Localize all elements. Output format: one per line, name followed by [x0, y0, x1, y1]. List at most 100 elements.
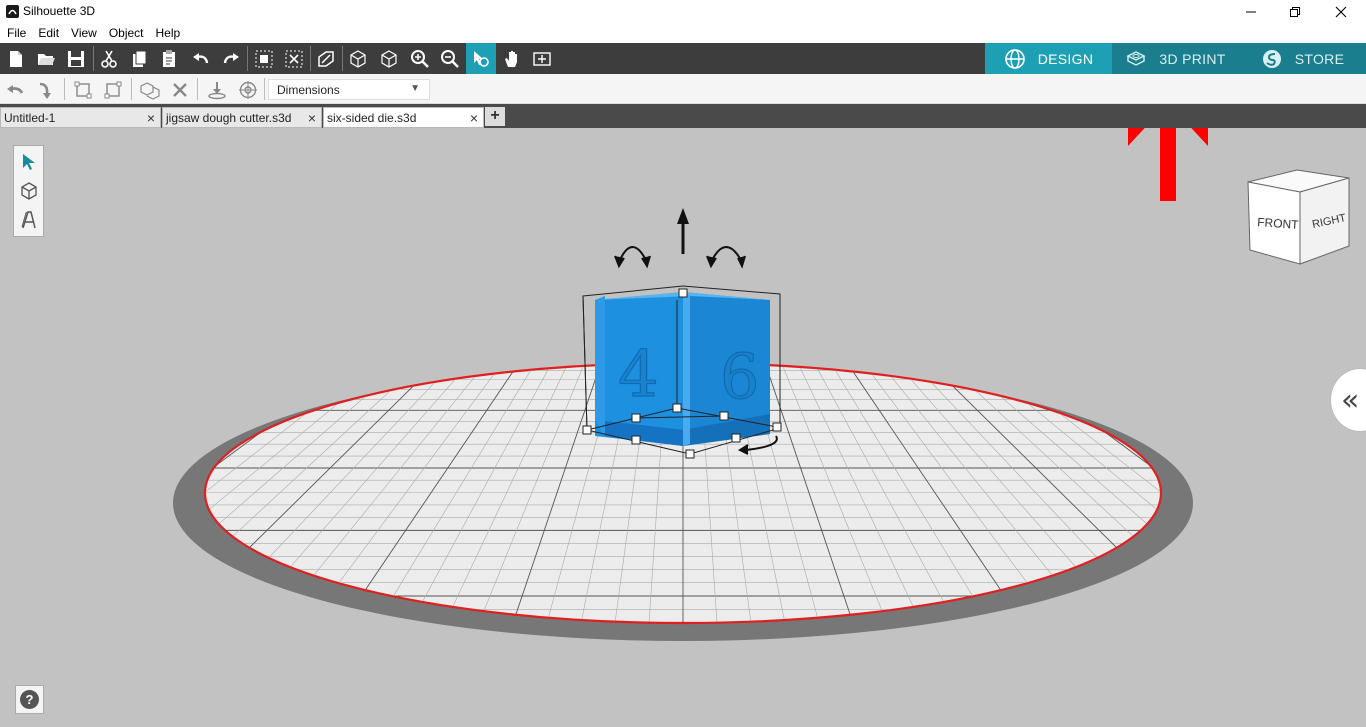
- extrude-button[interactable]: [312, 43, 340, 74]
- double-chevron-left-icon: «: [1341, 383, 1360, 418]
- zoom-in-icon: [411, 49, 429, 68]
- tab-store-label: STORE: [1294, 50, 1345, 67]
- save-icon: [68, 50, 84, 67]
- drop-to-plate-button[interactable]: [205, 78, 229, 102]
- doc-tab-jigsaw[interactable]: jigsaw dough cutter.s3d ×: [162, 107, 322, 128]
- globe-icon: [1004, 48, 1025, 69]
- die-object[interactable]: 4 6: [595, 292, 770, 446]
- move-up-arrow-icon[interactable]: [677, 208, 689, 254]
- 3d-text-icon: [21, 211, 36, 229]
- chevron-down-icon: ▼: [410, 83, 420, 94]
- menu-file[interactable]: File: [7, 24, 26, 43]
- left-tool-panel: [13, 145, 44, 237]
- align-button[interactable]: [71, 78, 95, 102]
- 3d-viewport[interactable]: 4 6 FRONT RIGHT: [0, 128, 1366, 727]
- app-logo-icon: [6, 5, 19, 18]
- align-box-icon: [74, 81, 92, 99]
- close-tab-icon[interactable]: ×: [308, 110, 316, 126]
- scissors-icon: [101, 50, 117, 68]
- paste-button[interactable]: [155, 43, 183, 74]
- toolbar-separator: [93, 46, 94, 71]
- rotate-down-button[interactable]: [33, 78, 57, 102]
- toolbar-separator: [264, 78, 265, 100]
- menu-edit[interactable]: Edit: [38, 24, 59, 43]
- tab-3d-print-label: 3D PRINT: [1159, 50, 1226, 67]
- die-face-right-number: 6: [720, 340, 759, 413]
- help-button[interactable]: ?: [15, 685, 44, 714]
- die-face-front-number: 4: [618, 338, 659, 412]
- zoom-out-button[interactable]: [436, 43, 464, 74]
- menu-view[interactable]: View: [71, 24, 97, 43]
- toolbar-separator: [64, 78, 65, 100]
- cut-button[interactable]: [95, 43, 123, 74]
- silhouette-3d-window: Silhouette 3D File Edit View Object Help: [0, 0, 1366, 727]
- align-alt-icon: [104, 81, 122, 99]
- close-window-button[interactable]: [1318, 0, 1364, 24]
- center-button[interactable]: [236, 78, 260, 102]
- redo-button[interactable]: [217, 43, 245, 74]
- menu-help[interactable]: Help: [156, 24, 181, 43]
- close-tab-icon[interactable]: ×: [147, 110, 155, 126]
- doc-tab-label: jigsaw dough cutter.s3d: [166, 111, 292, 125]
- new-file-button[interactable]: [2, 43, 30, 74]
- doc-tab-label: Untitled-1: [4, 111, 56, 125]
- add-tab-button[interactable]: +: [485, 107, 505, 126]
- align-alt-button[interactable]: [101, 78, 125, 102]
- extrude-icon: [318, 50, 334, 67]
- restore-button[interactable]: [1272, 0, 1318, 24]
- doc-tab-label: six-sided die.s3d: [327, 111, 417, 125]
- undo-button[interactable]: [187, 43, 215, 74]
- close-tab-icon[interactable]: ×: [470, 110, 478, 126]
- zoom-in-button[interactable]: [406, 43, 434, 74]
- drop-to-plate-icon: [208, 82, 226, 100]
- toolbar-separator: [310, 46, 311, 71]
- fit-view-button[interactable]: [528, 43, 556, 74]
- pan-button[interactable]: [498, 43, 526, 74]
- store-icon: [1262, 49, 1281, 68]
- rotate-left-handle-icon[interactable]: [614, 246, 651, 269]
- tab-store[interactable]: STORE: [1239, 43, 1366, 74]
- boolean-button[interactable]: [138, 78, 162, 102]
- copy-icon: [133, 50, 147, 67]
- new-file-icon: [10, 50, 22, 67]
- rotate-left-button[interactable]: [3, 78, 27, 102]
- toolbar-separator: [131, 78, 132, 100]
- tab-design[interactable]: DESIGN: [985, 43, 1112, 74]
- box-view-button[interactable]: [344, 43, 372, 74]
- save-button[interactable]: [62, 43, 90, 74]
- fit-view-icon: [533, 51, 551, 66]
- window-title: Silhouette 3D: [23, 4, 96, 18]
- folder-icon: [38, 53, 55, 65]
- doc-tab-six-sided-die[interactable]: six-sided die.s3d ×: [323, 107, 484, 128]
- rotate-down-icon: [39, 82, 51, 99]
- text-tool-button[interactable]: [17, 207, 41, 233]
- view-cube[interactable]: FRONT RIGHT: [1247, 169, 1350, 265]
- doc-tab-untitled[interactable]: Untitled-1 ×: [0, 107, 161, 128]
- secondary-toolbar: [0, 74, 1366, 104]
- dimensions-select[interactable]: Dimensions ▼: [268, 79, 430, 100]
- box-alt-view-button[interactable]: [375, 43, 403, 74]
- minimize-icon: [1246, 11, 1256, 13]
- menu-object[interactable]: Object: [109, 24, 144, 43]
- group-button[interactable]: [250, 43, 278, 74]
- zoom-selection-button[interactable]: [466, 43, 496, 74]
- delete-button[interactable]: [168, 78, 192, 102]
- tab-3d-print[interactable]: 3D PRINT: [1112, 43, 1239, 74]
- zoom-out-icon: [441, 49, 459, 68]
- rotate-left-icon: [7, 85, 24, 94]
- title-bar: Silhouette 3D: [0, 0, 1366, 24]
- grid-line: [0, 363, 190, 623]
- delete-x-icon: [173, 83, 187, 97]
- shape-tool-button[interactable]: [17, 178, 41, 204]
- open-file-button[interactable]: [32, 43, 60, 74]
- cube-outline-icon: [381, 49, 397, 68]
- minimize-button[interactable]: [1228, 0, 1274, 24]
- toolbar-separator: [247, 46, 248, 71]
- redo-icon: [223, 52, 239, 63]
- rotate-right-handle-icon[interactable]: [706, 246, 746, 269]
- select-tool-button[interactable]: [17, 149, 41, 175]
- ungroup-button[interactable]: [280, 43, 308, 74]
- dimensions-select-value: Dimensions: [277, 83, 340, 97]
- copy-button[interactable]: [125, 43, 153, 74]
- hand-icon: [505, 50, 517, 67]
